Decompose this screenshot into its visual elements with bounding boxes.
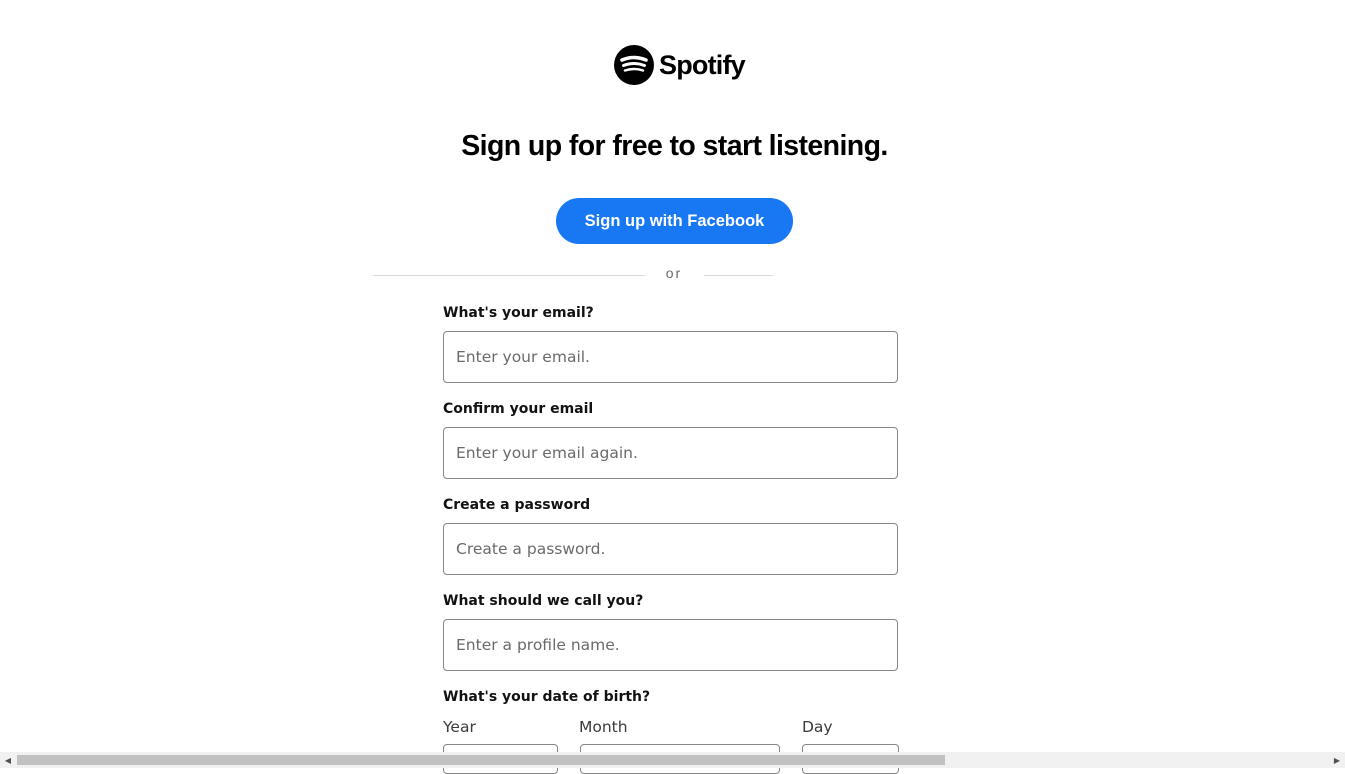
facebook-signup-button[interactable]: Sign up with Facebook — [556, 198, 793, 244]
email-label: What's your email? — [443, 305, 594, 321]
spotify-waves-icon — [620, 55, 648, 72]
email-field[interactable] — [443, 331, 898, 383]
divider-line-left — [373, 275, 645, 276]
password-label: Create a password — [443, 497, 591, 513]
scroll-left-arrow-icon[interactable]: ◀ — [0, 752, 16, 768]
password-field[interactable] — [443, 523, 898, 575]
brand-name: Spotify — [659, 49, 746, 80]
profile-name-label: What should we call you? — [443, 593, 644, 609]
divider-or-text: or — [665, 265, 683, 281]
confirm-email-field[interactable] — [443, 427, 898, 479]
dob-year-label: Year — [443, 718, 476, 736]
horizontal-scrollbar[interactable]: ◀ ▶ — [0, 752, 1345, 768]
scrollbar-thumb[interactable] — [17, 755, 945, 765]
profile-name-field[interactable] — [443, 619, 898, 671]
confirm-email-label: Confirm your email — [443, 401, 594, 417]
dob-month-label: Month — [579, 718, 628, 736]
divider-line-right — [704, 275, 773, 276]
spotify-logo[interactable]: Spotify — [614, 45, 746, 85]
page-title: Sign up for free to start listening. — [461, 130, 888, 162]
dob-label: What's your date of birth? — [443, 689, 651, 705]
scroll-right-arrow-icon[interactable]: ▶ — [1329, 752, 1345, 768]
spotify-logo-icon — [614, 45, 654, 85]
dob-day-label: Day — [802, 718, 833, 736]
